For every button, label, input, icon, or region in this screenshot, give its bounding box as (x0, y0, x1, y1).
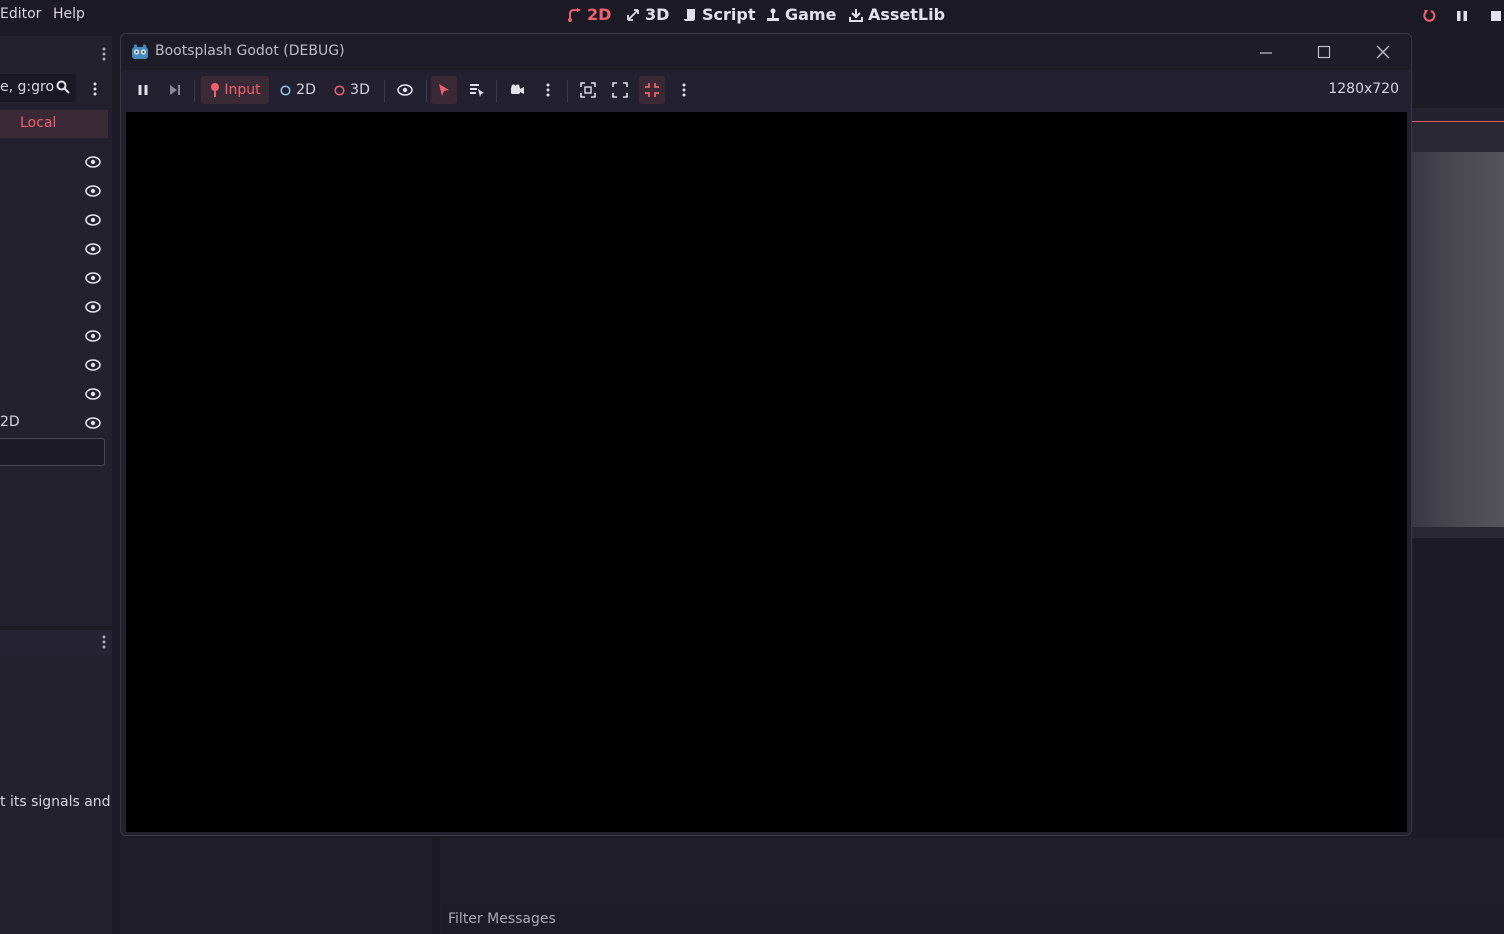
menu-help[interactable]: Help (53, 6, 85, 22)
scene-options-icon[interactable] (93, 81, 97, 97)
panel-splitter[interactable] (432, 838, 440, 934)
menu-editor[interactable]: Editor (0, 6, 41, 22)
reload-icon[interactable] (1422, 8, 1438, 24)
eye-icon (397, 84, 413, 96)
fixed-size-icon (580, 82, 596, 98)
filter-messages-input[interactable]: Filter Messages (442, 904, 1504, 934)
next-frame-button[interactable] (165, 76, 185, 104)
next-frame-icon (170, 85, 180, 95)
visibility-eye-icon[interactable] (85, 301, 101, 313)
node-dock-help-text: t its signals and (0, 794, 111, 810)
mode-2d-button[interactable]: 2D (277, 76, 319, 104)
visibility-eye-icon[interactable] (85, 272, 101, 284)
cursor-arrow-icon (439, 84, 449, 96)
workspace-tab-assetlib[interactable]: AssetLib (849, 5, 945, 24)
godot-logo-icon (132, 44, 148, 59)
visibility-eye-icon[interactable] (85, 359, 101, 371)
stretch-button[interactable] (639, 76, 665, 104)
window-titlebar[interactable]: Bootsplash Godot (DEBUG) (121, 34, 1411, 70)
script-icon (684, 8, 695, 21)
workspace-tab-game[interactable]: Game (766, 5, 836, 24)
pause-icon[interactable] (1454, 8, 1470, 24)
fixed-size-button[interactable] (578, 76, 598, 104)
pause-game-button[interactable] (133, 76, 153, 104)
stop-icon[interactable] (1488, 8, 1504, 24)
editor-menubar: Editor Help 2D 3D Script Game AssetLib (0, 0, 1504, 32)
expand-icon (612, 82, 628, 98)
ruler-top (1412, 108, 1504, 122)
toolbar-separator (194, 80, 195, 102)
visibility-eye-icon[interactable] (85, 330, 101, 342)
view-options-button[interactable] (675, 76, 693, 104)
scene-filter-input[interactable]: e, g:gro (0, 74, 76, 102)
search-icon (56, 80, 70, 94)
select-mode-button[interactable] (431, 76, 457, 104)
camera-override-button[interactable] (507, 76, 527, 104)
output-panel: Filter Messages (120, 838, 1504, 934)
2d-icon (568, 7, 581, 22)
toolbar-separator (426, 80, 427, 102)
radio-2d-icon (280, 84, 291, 96)
list-select-icon (470, 84, 484, 97)
camera-options-button[interactable] (539, 76, 557, 104)
camera-icon (511, 84, 524, 94)
input-toggle-button[interactable]: Input (201, 76, 269, 104)
close-icon[interactable] (1375, 44, 1391, 60)
assetlib-icon (849, 8, 863, 22)
3d-icon (627, 8, 639, 21)
visibility-eye-icon[interactable] (85, 214, 101, 226)
toolbar-separator (496, 80, 497, 102)
kebab-menu-icon[interactable] (102, 634, 106, 650)
scene-dock: e, g:gro Local 2D (0, 36, 112, 626)
visibility-eye-icon[interactable] (85, 243, 101, 255)
joystick-icon (211, 83, 220, 97)
toolbar-separator (567, 80, 568, 102)
game-viewport[interactable] (126, 112, 1407, 832)
minimize-icon[interactable] (1259, 46, 1273, 60)
workspace-tab-2d[interactable]: 2D (568, 5, 611, 24)
kebab-menu-icon[interactable] (102, 46, 106, 62)
workspace-tab-script[interactable]: Script (683, 5, 755, 24)
keep-aspect-button[interactable] (610, 76, 630, 104)
kebab-menu-icon (682, 83, 686, 97)
game-toolbar: Input 2D 3D 1280x720 (121, 70, 1411, 110)
mode-3d-button[interactable]: 3D (331, 76, 373, 104)
visibility-eye-icon[interactable] (85, 417, 101, 429)
visibility-eye-icon[interactable] (85, 388, 101, 400)
kebab-menu-icon (546, 83, 550, 97)
visibility-toggle-button[interactable] (395, 76, 415, 104)
scene-tree-item-label[interactable]: 2D (0, 414, 20, 430)
game-window: Bootsplash Godot (DEBUG) Input 2D 3D 128… (120, 33, 1412, 836)
editor-canvas-area (1412, 152, 1504, 527)
visibility-eye-icon[interactable] (85, 185, 101, 197)
toolbar-separator (384, 80, 385, 102)
visibility-eye-icon[interactable] (85, 156, 101, 168)
workspace-tab-3d[interactable]: 3D (626, 5, 669, 24)
rename-field[interactable] (0, 438, 105, 466)
game-icon (767, 8, 779, 21)
window-title: Bootsplash Godot (DEBUG) (155, 43, 345, 59)
stretch-icon (645, 83, 659, 97)
node-dock-header (0, 630, 112, 656)
resolution-label: 1280x720 (1328, 81, 1399, 97)
pause-icon (138, 85, 148, 95)
maximize-icon[interactable] (1317, 45, 1331, 59)
radio-3d-icon (334, 84, 345, 96)
list-select-button[interactable] (467, 76, 487, 104)
node-dock: t its signals and (0, 630, 112, 934)
tab-local[interactable]: Local (0, 110, 108, 138)
